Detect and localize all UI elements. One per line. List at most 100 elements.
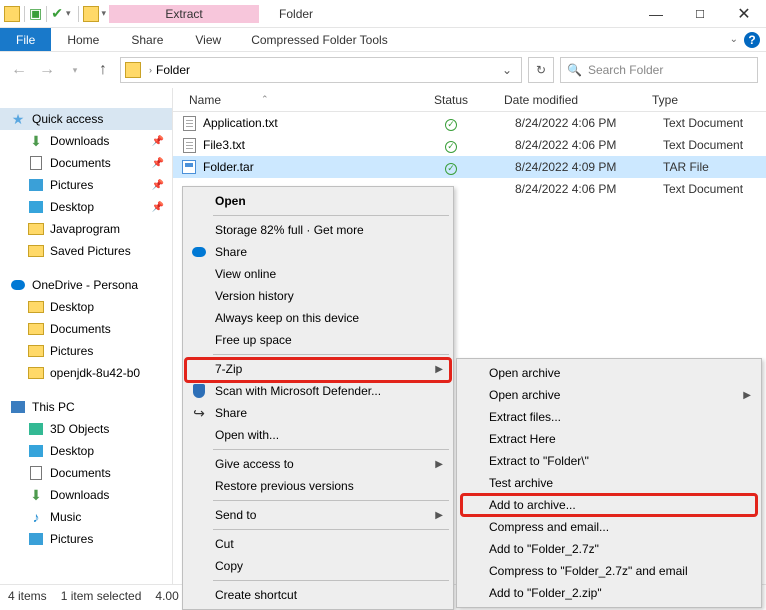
- menu-7zip[interactable]: 7-Zip▶: [185, 358, 451, 380]
- status-selected-size: 4.00: [155, 589, 178, 603]
- sidebar-item-od-pictures[interactable]: Pictures: [0, 340, 172, 362]
- search-input[interactable]: 🔍 Search Folder: [560, 57, 758, 83]
- menu-always-keep[interactable]: Always keep on this device: [185, 307, 451, 329]
- cloud-icon: [10, 277, 26, 293]
- submenu-arrow-icon: ▶: [743, 390, 751, 401]
- column-status[interactable]: Status: [426, 93, 496, 107]
- menu-view-online[interactable]: View online: [185, 263, 451, 285]
- folder-icon[interactable]: [83, 6, 99, 22]
- sidebar-item-openjdk[interactable]: openjdk-8u42-b0: [0, 362, 172, 384]
- forward-button[interactable]: →: [36, 59, 58, 81]
- 3d-icon: [28, 421, 44, 437]
- file-name: Folder.tar: [203, 160, 445, 174]
- file-date: 8/24/2022 4:06 PM: [515, 182, 663, 196]
- tab-share[interactable]: Share: [115, 29, 179, 51]
- sidebar-item-documents[interactable]: Documents📌: [0, 152, 172, 174]
- file-date: 8/24/2022 4:06 PM: [515, 138, 663, 152]
- menu-share-onedrive[interactable]: Share: [185, 241, 451, 263]
- sidebar-item-pc-pictures[interactable]: Pictures: [0, 528, 172, 550]
- minimize-button[interactable]: —: [634, 0, 678, 28]
- file-date: 8/24/2022 4:06 PM: [515, 116, 663, 130]
- up-button[interactable]: ↑: [92, 59, 114, 81]
- menu-version-history[interactable]: Version history: [185, 285, 451, 307]
- qat-dropdown-icon[interactable]: ▾: [66, 8, 71, 19]
- star-icon: ★: [10, 111, 26, 127]
- submenu-extract-here[interactable]: Extract Here: [459, 428, 759, 450]
- quick-access-toolbar: ▣ ✔ ▾ ▾: [4, 5, 109, 22]
- submenu-open-archive-sub[interactable]: Open archive▶: [459, 384, 759, 406]
- sidebar-item-pc-music[interactable]: ♪Music: [0, 506, 172, 528]
- menu-send-to[interactable]: Send to▶: [185, 504, 451, 526]
- column-date[interactable]: Date modified: [496, 93, 644, 107]
- menu-create-shortcut[interactable]: Create shortcut: [185, 584, 451, 606]
- refresh-button[interactable]: ↻: [528, 57, 554, 83]
- menu-free-up-space[interactable]: Free up space: [185, 329, 451, 351]
- sidebar-this-pc[interactable]: This PC: [0, 396, 172, 418]
- address-dropdown-icon[interactable]: ⌄: [497, 63, 517, 77]
- menu-open[interactable]: Open: [185, 190, 451, 212]
- desktop-icon: [28, 199, 44, 215]
- menu-open-with[interactable]: Open with...: [185, 424, 451, 446]
- menu-share[interactable]: ↪Share: [185, 402, 451, 424]
- submenu-extract-files[interactable]: Extract files...: [459, 406, 759, 428]
- menu-copy[interactable]: Copy: [185, 555, 451, 577]
- menu-defender[interactable]: Scan with Microsoft Defender...: [185, 380, 451, 402]
- submenu-add-to-archive[interactable]: Add to archive...: [459, 494, 759, 516]
- sidebar-item-javaprogram[interactable]: Javaprogram: [0, 218, 172, 240]
- submenu-compress-email[interactable]: Compress and email...: [459, 516, 759, 538]
- menu-cut[interactable]: Cut: [185, 533, 451, 555]
- sidebar-item-pictures[interactable]: Pictures📌: [0, 174, 172, 196]
- sidebar-item-label: Desktop: [50, 300, 94, 314]
- menu-give-access[interactable]: Give access to▶: [185, 453, 451, 475]
- file-row[interactable]: Application.txt✓8/24/2022 4:06 PMText Do…: [173, 112, 766, 134]
- file-tab[interactable]: File: [0, 28, 51, 51]
- qat-check-icon[interactable]: ✔: [51, 5, 63, 22]
- sidebar-item-pc-documents[interactable]: Documents: [0, 462, 172, 484]
- submenu-open-archive[interactable]: Open archive: [459, 362, 759, 384]
- sidebar-item-desktop[interactable]: Desktop📌: [0, 196, 172, 218]
- submenu-add-7z[interactable]: Add to "Folder_2.7z": [459, 538, 759, 560]
- sidebar-item-pc-desktop[interactable]: Desktop: [0, 440, 172, 462]
- recent-dropdown-icon[interactable]: ▾: [64, 59, 86, 81]
- column-headers[interactable]: Name⌃ Status Date modified Type: [173, 88, 766, 112]
- help-button[interactable]: ?: [744, 32, 760, 48]
- search-placeholder: Search Folder: [588, 63, 663, 77]
- back-button[interactable]: ←: [8, 59, 30, 81]
- address-bar[interactable]: › Folder ⌄: [120, 57, 522, 83]
- sidebar-item-label: Documents: [50, 322, 111, 336]
- sidebar-quick-access[interactable]: ★ Quick access: [0, 108, 172, 130]
- breadcrumb[interactable]: Folder: [156, 63, 190, 77]
- file-row[interactable]: File3.txt✓8/24/2022 4:06 PMText Document: [173, 134, 766, 156]
- ribbon-collapse-icon[interactable]: ⌄: [730, 34, 738, 45]
- sidebar-item-downloads[interactable]: ⬇Downloads📌: [0, 130, 172, 152]
- folder-icon[interactable]: [4, 6, 20, 22]
- submenu-test-archive[interactable]: Test archive: [459, 472, 759, 494]
- sidebar-onedrive[interactable]: OneDrive - Persona: [0, 274, 172, 296]
- sidebar-item-pc-downloads[interactable]: ⬇Downloads: [0, 484, 172, 506]
- sidebar-item-3d-objects[interactable]: 3D Objects: [0, 418, 172, 440]
- qat-properties-icon[interactable]: ▣: [29, 5, 42, 22]
- sidebar-item-saved-pictures[interactable]: Saved Pictures: [0, 240, 172, 262]
- submenu-compress-7z-email[interactable]: Compress to "Folder_2.7z" and email: [459, 560, 759, 582]
- submenu-add-zip[interactable]: Add to "Folder_2.zip": [459, 582, 759, 604]
- chevron-right-icon[interactable]: ›: [149, 65, 152, 75]
- ribbon-context-label: Extract: [109, 5, 259, 23]
- tab-view[interactable]: View: [179, 29, 237, 51]
- navigation-bar: ← → ▾ ↑ › Folder ⌄ ↻ 🔍 Search Folder: [0, 52, 766, 88]
- submenu-extract-to[interactable]: Extract to "Folder\": [459, 450, 759, 472]
- maximize-button[interactable]: ☐: [678, 0, 722, 28]
- menu-storage[interactable]: Storage 82% full · Get more: [185, 219, 451, 241]
- chevron-down-icon[interactable]: ▾: [102, 8, 107, 19]
- menu-restore-versions[interactable]: Restore previous versions: [185, 475, 451, 497]
- pin-icon: 📌: [152, 158, 164, 169]
- file-type: TAR File: [663, 160, 709, 174]
- tab-compressed-tools[interactable]: Compressed Folder Tools: [237, 29, 402, 51]
- tab-home[interactable]: Home: [51, 29, 115, 51]
- sidebar-item-od-desktop[interactable]: Desktop: [0, 296, 172, 318]
- file-row[interactable]: Folder.tar✓8/24/2022 4:09 PMTAR File: [173, 156, 766, 178]
- column-type[interactable]: Type: [644, 93, 766, 107]
- sidebar-item-od-documents[interactable]: Documents: [0, 318, 172, 340]
- document-icon: [28, 155, 44, 171]
- close-button[interactable]: ✕: [722, 0, 766, 28]
- column-name[interactable]: Name⌃: [181, 93, 426, 107]
